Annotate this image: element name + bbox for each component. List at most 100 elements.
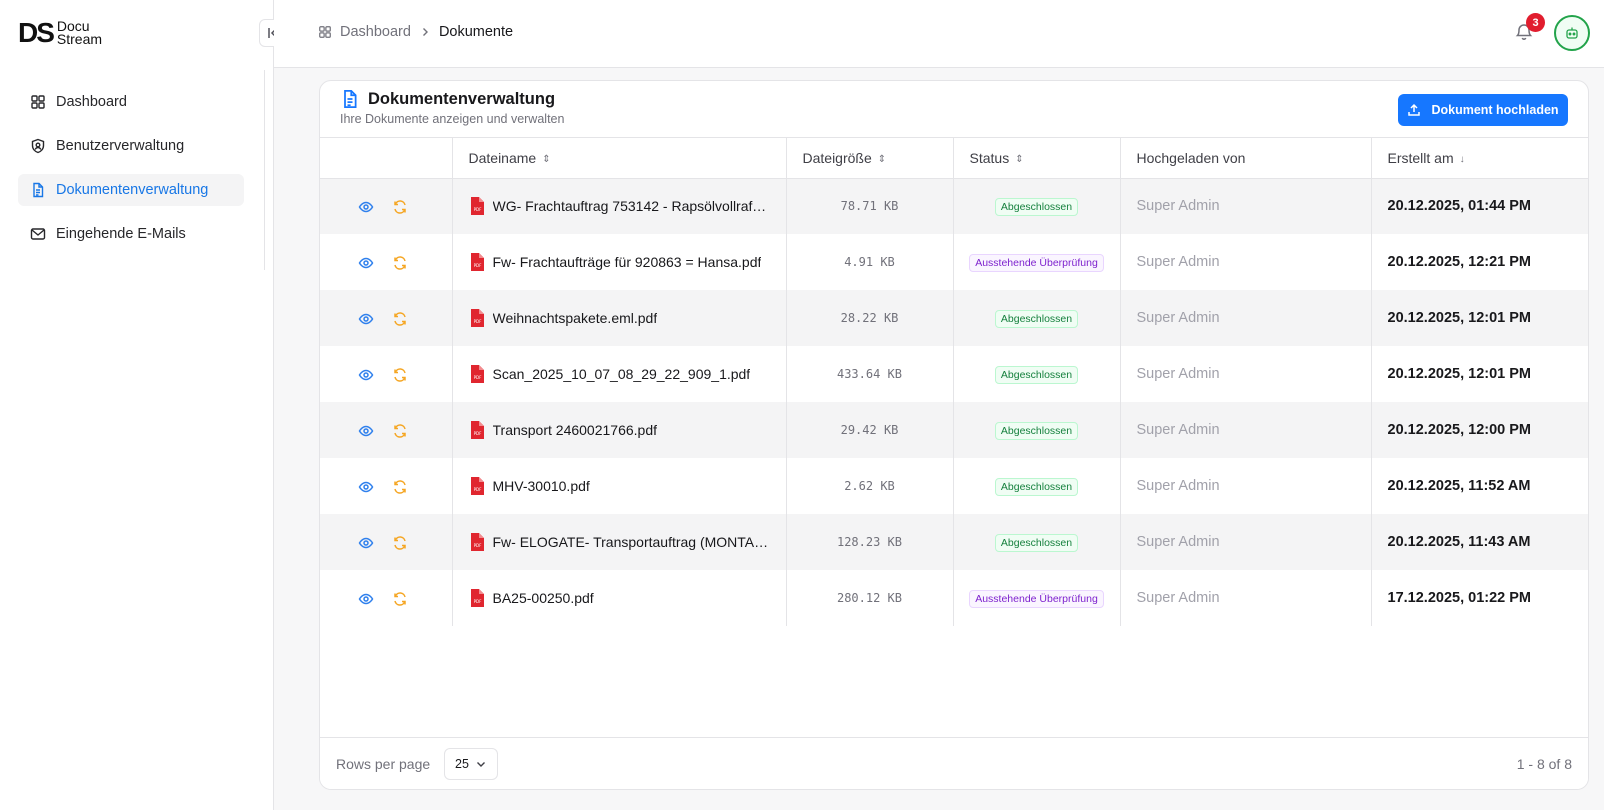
reprocess-button[interactable] (392, 255, 408, 271)
svg-text:PDF: PDF (473, 319, 481, 324)
svg-text:PDF: PDF (473, 375, 481, 380)
svg-text:PDF: PDF (473, 207, 481, 212)
column-uploader: Hochgeladen von (1120, 138, 1372, 179)
pdf-file-icon: PDF (470, 197, 484, 216)
chevron-down-icon (477, 762, 485, 767)
filename-text: WG- Frachtauftrag 753142 - Rapsölvollraf… (492, 198, 769, 215)
eye-icon (358, 425, 374, 436)
column-filename[interactable]: Dateiname ⇕ (452, 138, 787, 179)
view-button[interactable] (358, 479, 374, 495)
filename-cell[interactable]: PDF Fw- ELOGATE- Transportauftrag (MONTAG… (452, 514, 787, 570)
column-size[interactable]: Dateigröße ⇕ (786, 138, 954, 179)
filename-text: Scan_2025_10_07_08_29_22_909_1.pdf (492, 366, 751, 382)
table-row[interactable]: PDF MHV-30010.pdf 2.62 KB Abgeschlossen Supe… (320, 458, 1588, 514)
status-badge: Abgeschlossen (994, 365, 1079, 384)
refresh-icon (394, 591, 406, 606)
size-cell: 433.64 KB (786, 346, 954, 402)
filename-cell[interactable]: PDF Transport 2460021766.pdf (452, 402, 787, 458)
view-button[interactable] (358, 367, 374, 383)
sidebar-item-documents[interactable]: Dokumentenverwaltung (18, 174, 244, 206)
grid-icon (31, 95, 45, 109)
status-badge: Abgeschlossen (994, 421, 1079, 440)
pdf-file-icon: PDF (470, 533, 484, 551)
svg-text:PDF: PDF (473, 263, 481, 268)
filename-text: MHV-30010.pdf (492, 478, 590, 494)
column-label: Dateigröße (802, 149, 872, 166)
sidebar-item-users[interactable]: Benutzerverwaltung (18, 130, 244, 162)
column-label: Erstellt am (1387, 149, 1454, 166)
eye-icon (358, 313, 374, 324)
view-button[interactable] (358, 591, 374, 607)
upload-button-label: Dokument hochladen (1431, 103, 1559, 117)
view-button[interactable] (358, 199, 374, 215)
pdf-file-icon: PDF (470, 365, 484, 383)
view-button[interactable] (358, 535, 374, 551)
uploader-cell: Super Admin (1120, 402, 1372, 458)
table-row[interactable]: PDF Transport 2460021766.pdf 29.42 KB Abges… (320, 402, 1588, 458)
filename-cell[interactable]: PDF Weihnachtspakete.eml.pdf (452, 290, 787, 346)
sort-icon: ⇕ (1015, 153, 1024, 165)
reprocess-button[interactable] (392, 199, 408, 215)
filename-cell[interactable]: PDF Fw- Frachtaufträge für 920863 = Hansa… (452, 234, 787, 290)
svg-text:PDF: PDF (473, 543, 481, 548)
rows-per-page-label: Rows per page (336, 756, 431, 772)
svg-text:PDF: PDF (473, 487, 481, 492)
view-button[interactable] (358, 423, 374, 439)
row-actions (320, 234, 453, 290)
reprocess-button[interactable] (392, 479, 408, 495)
document-icon (344, 90, 357, 108)
sidebar-item-emails[interactable]: Eingehende E-Mails (18, 218, 244, 250)
filename-cell[interactable]: PDF BA25-00250.pdf (452, 570, 787, 626)
view-button[interactable] (358, 311, 374, 327)
size-cell: 28.22 KB (786, 290, 954, 346)
chevron-right-icon (422, 28, 428, 36)
filename-cell[interactable]: PDF MHV-30010.pdf (452, 458, 787, 514)
document-icon (33, 182, 44, 198)
table-row[interactable]: PDF Fw- Frachtaufträge für 920863 = Hansa… (320, 234, 1588, 290)
upload-document-button[interactable]: Dokument hochladen (1398, 94, 1568, 126)
table-row[interactable]: PDF WG- Frachtauftrag 753142 - Rapsölvoll… (320, 178, 1588, 234)
table-row[interactable]: PDF Scan_2025_10_07_08_29_22_909_1.pdf 433… (320, 346, 1588, 402)
svg-text:PDF: PDF (473, 431, 481, 436)
row-actions (320, 458, 453, 514)
reprocess-button[interactable] (392, 367, 408, 383)
reprocess-button[interactable] (392, 423, 408, 439)
top-header: Dashboard Dokumente 3 (274, 0, 1604, 68)
reprocess-button[interactable] (392, 311, 408, 327)
status-cell: Abgeschlossen (953, 514, 1121, 570)
table-row[interactable]: PDF Fw- ELOGATE- Transportauftrag (MONTAG… (320, 514, 1588, 570)
created-cell: 20.12.2025, 01:44 PM (1371, 178, 1588, 234)
column-label: Status (969, 149, 1010, 166)
rows-per-page-select[interactable]: 25 (444, 748, 498, 780)
uploader-cell: Super Admin (1120, 234, 1372, 290)
eye-icon (358, 257, 374, 268)
sidebar-item-dashboard[interactable]: Dashboard (18, 86, 244, 118)
filename-text: BA25-00250.pdf (492, 590, 594, 606)
card-subtitle: Ihre Dokumente anzeigen und verwalten (340, 112, 565, 126)
sidebar-item-label: Benutzerverwaltung (56, 138, 185, 154)
avatar[interactable] (1554, 15, 1590, 51)
size-cell: 4.91 KB (786, 234, 954, 290)
reprocess-button[interactable] (392, 591, 408, 607)
table-row[interactable]: PDF Weihnachtspakete.eml.pdf 28.22 KB Abges… (320, 290, 1588, 346)
breadcrumb-dashboard-link[interactable]: Dashboard (340, 24, 411, 40)
table-row[interactable]: PDF BA25-00250.pdf 280.12 KB Ausstehende Üb… (320, 570, 1588, 626)
column-status[interactable]: Status ⇕ (953, 138, 1121, 179)
refresh-icon (394, 255, 406, 270)
filename-cell[interactable]: PDF WG- Frachtauftrag 753142 - Rapsölvoll… (452, 178, 787, 234)
view-button[interactable] (358, 255, 374, 271)
eye-icon (358, 201, 374, 213)
filename-cell[interactable]: PDF Scan_2025_10_07_08_29_22_909_1.pdf (452, 346, 787, 402)
reprocess-button[interactable] (392, 535, 408, 551)
column-created[interactable]: Erstellt am ↓ (1371, 138, 1588, 179)
refresh-icon (394, 200, 406, 214)
created-cell: 20.12.2025, 12:01 PM (1371, 290, 1588, 346)
created-cell: 20.12.2025, 11:52 AM (1371, 458, 1588, 514)
svg-text:PDF: PDF (473, 599, 481, 604)
card-title-group: Dokumentenverwaltung Ihre Dokumente anze… (340, 89, 565, 127)
bot-icon (1566, 27, 1578, 39)
logo[interactable]: DS Docu Stream (18, 19, 102, 47)
sidebar-item-label: Eingehende E-Mails (56, 226, 186, 242)
status-cell: Abgeschlossen (953, 346, 1121, 402)
uploader-cell: Super Admin (1120, 514, 1372, 570)
